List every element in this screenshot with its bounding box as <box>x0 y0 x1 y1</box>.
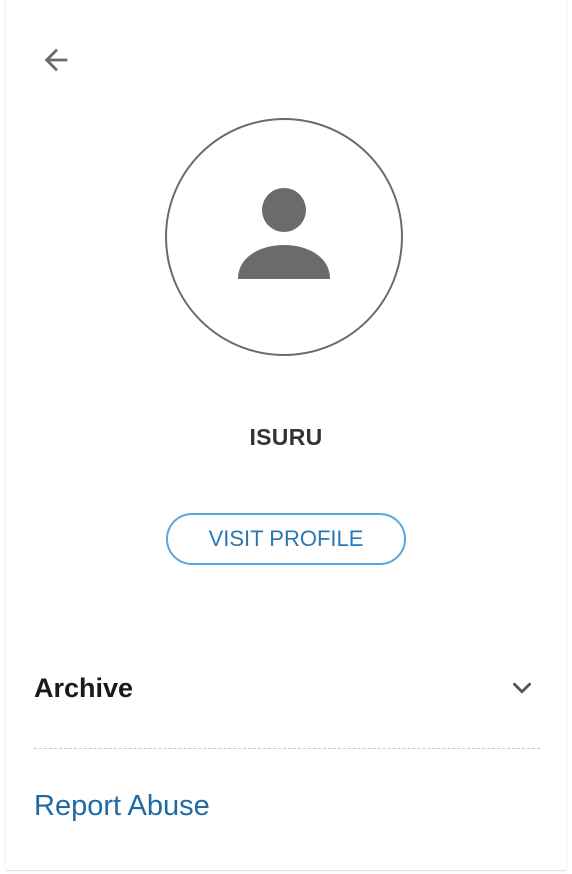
profile-panel: ISURU VISIT PROFILE Archive Report Abuse <box>6 0 566 871</box>
archive-label: Archive <box>34 672 134 703</box>
report-abuse-link[interactable]: Report Abuse <box>34 790 210 823</box>
divider <box>34 748 540 749</box>
chevron-down-icon <box>508 674 536 702</box>
back-button[interactable] <box>36 42 76 82</box>
avatar <box>165 118 403 356</box>
person-icon <box>234 187 334 288</box>
arrow-left-icon <box>39 43 73 82</box>
archive-dropdown[interactable]: Archive <box>34 662 538 714</box>
profile-name: ISURU <box>249 424 323 450</box>
visit-profile-button[interactable]: VISIT PROFILE <box>166 513 406 565</box>
